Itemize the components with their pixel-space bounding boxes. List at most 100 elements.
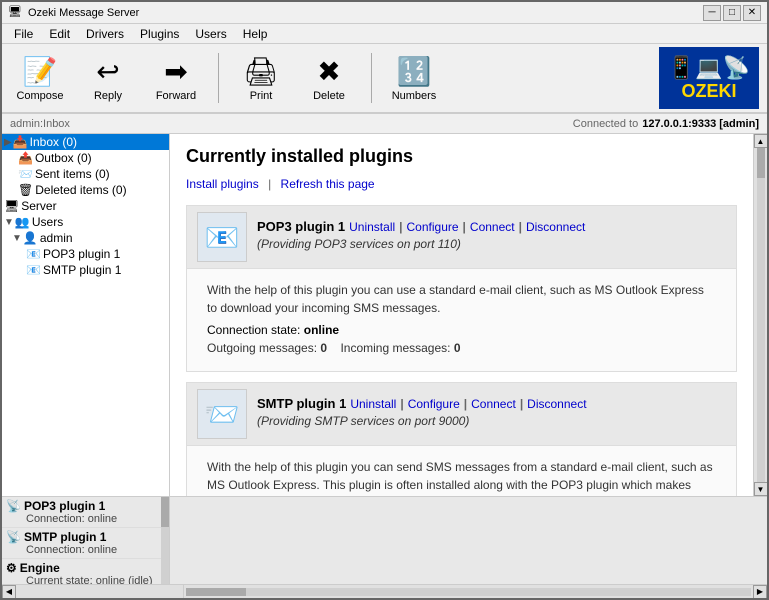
sidebar-item-admin[interactable]: ▼ 👤 admin (2, 230, 169, 246)
smtp-label: SMTP plugin 1 (43, 263, 122, 277)
scroll-down-button[interactable]: ▼ (754, 482, 768, 496)
sidebar-item-users[interactable]: ▼ 👥 Users (2, 214, 169, 230)
bottom-scrollbar[interactable] (161, 497, 169, 584)
menu-help[interactable]: Help (235, 25, 276, 43)
menu-users[interactable]: Users (187, 25, 234, 43)
sidebar-item-server[interactable]: 🖥 Server (2, 198, 169, 214)
pop3-uninstall-link[interactable]: Uninstall (349, 220, 395, 234)
bottom-engine-name: ⚙ Engine (6, 561, 157, 575)
bottom-item-smtp[interactable]: 📡 SMTP plugin 1 Connection: online (2, 528, 161, 559)
menu-drivers[interactable]: Drivers (78, 25, 132, 43)
scroll-up-button[interactable]: ▲ (754, 134, 768, 148)
sidebar-item-smtp[interactable]: 📧 SMTP plugin 1 (2, 262, 169, 278)
window-controls: ─ □ ✕ (703, 5, 761, 21)
print-icon: 🖨 (243, 55, 279, 88)
pop3-incoming-value: 0 (454, 341, 461, 355)
toolbar-separator-2 (371, 53, 372, 103)
numbers-button[interactable]: 🔢 Numbers (384, 48, 444, 108)
smtp-icon: 📧 (26, 263, 41, 277)
users-label: Users (32, 215, 63, 229)
close-button[interactable]: ✕ (743, 5, 761, 21)
smtp-plugin-name: SMTP plugin 1 (257, 396, 346, 411)
numbers-icon: 🔢 (397, 55, 432, 88)
app-window: 🖥 Ozeki Message Server ─ □ ✕ File Edit D… (0, 0, 769, 600)
bottom-scrollbar-thumb[interactable] (161, 497, 169, 527)
pop3-sep2: | (463, 220, 466, 234)
forward-icon: ➡ (164, 55, 187, 88)
h-scrollbar-thumb[interactable] (186, 588, 246, 596)
pop3-plugin-name: POP3 plugin 1 (257, 219, 345, 234)
menubar: File Edit Drivers Plugins Users Help (2, 24, 767, 44)
bottom-smtp-label: SMTP plugin 1 (24, 530, 106, 544)
connected-label: Connected to (573, 118, 638, 130)
app-icon: 🖥 (8, 5, 24, 21)
minimize-button[interactable]: ─ (703, 5, 721, 21)
menu-plugins[interactable]: Plugins (132, 25, 187, 43)
sidebar-item-outbox[interactable]: 📤 Outbox (0) (2, 150, 169, 166)
sent-icon: 📨 (18, 167, 33, 181)
pop3-disconnect-link[interactable]: Disconnect (526, 220, 585, 234)
compose-label: Compose (16, 90, 63, 102)
sidebar-item-pop3[interactable]: 📧 POP3 plugin 1 (2, 246, 169, 262)
scroll-thumb[interactable] (757, 148, 765, 178)
menu-edit[interactable]: Edit (41, 25, 78, 43)
link-separator: | (268, 177, 271, 191)
smtp-connect-link[interactable]: Connect (471, 397, 516, 411)
sidebar-item-deleted[interactable]: 🗑 Deleted items (0) (2, 182, 169, 198)
pop3-status: Connection state: online (207, 323, 716, 337)
pop3-name-row: POP3 plugin 1 Uninstall | Configure | Co… (257, 219, 726, 234)
bottom-smtp-icon: 📡 (6, 530, 21, 544)
reply-button[interactable]: ↩ Reply (78, 48, 138, 108)
smtp-disconnect-link[interactable]: Disconnect (527, 397, 586, 411)
smtp-configure-link[interactable]: Configure (408, 397, 460, 411)
maximize-button[interactable]: □ (723, 5, 741, 21)
refresh-page-link[interactable]: Refresh this page (281, 177, 375, 191)
title-text: Ozeki Message Server (28, 7, 703, 19)
main-content: Currently installed plugins Install plug… (170, 134, 753, 496)
pop3-plugin-icon: 📧 (197, 212, 247, 262)
pop3-plugin-card: 📧 POP3 plugin 1 Uninstall | Configure | … (186, 205, 737, 372)
smtp-desc: With the help of this plugin you can sen… (207, 458, 716, 496)
reply-icon: ↩ (96, 55, 119, 88)
scroll-left-button[interactable]: ◀ (2, 585, 16, 599)
scroll-right-button[interactable]: ▶ (753, 585, 767, 599)
expand-icon-admin: ▼ (12, 233, 22, 244)
bottom-content-area (170, 497, 767, 584)
sidebar-item-sent[interactable]: 📨 Sent items (0) (2, 166, 169, 182)
pop3-configure-link[interactable]: Configure (407, 220, 459, 234)
forward-label: Forward (156, 90, 196, 102)
smtp-plugin-header: 📨 SMTP plugin 1 Uninstall | Configure | … (187, 383, 736, 446)
bottom-pop3-label: POP3 plugin 1 (24, 499, 105, 513)
delete-button[interactable]: ✖ Delete (299, 48, 359, 108)
bottom-item-engine[interactable]: ⚙ Engine Current state: online (idle) (2, 559, 161, 584)
pop3-plugin-header: 📧 POP3 plugin 1 Uninstall | Configure | … (187, 206, 736, 269)
server-icon: 🖥 (4, 199, 19, 213)
compose-icon: 📝 (23, 55, 58, 88)
pop3-tagline: (Providing POP3 services on port 110) (257, 237, 726, 251)
content-scrollbar: ▲ ▼ (753, 134, 767, 496)
statusbar: admin:Inbox Connected to 127.0.0.1:9333 … (2, 114, 767, 134)
smtp-plugin-card: 📨 SMTP plugin 1 Uninstall | Configure | … (186, 382, 737, 496)
delete-icon: ✖ (317, 55, 340, 88)
sidebar-item-inbox[interactable]: ▶ 📥 Inbox (0) (2, 134, 169, 150)
menu-file[interactable]: File (6, 25, 41, 43)
smtp-sep2: | (464, 397, 467, 411)
delete-label: Delete (313, 90, 345, 102)
install-plugins-link[interactable]: Install plugins (186, 177, 259, 191)
scroll-track[interactable] (757, 148, 765, 482)
h-scrollbar-track[interactable] (186, 588, 751, 596)
admin-icon: 👤 (23, 231, 38, 245)
inbox-label: Inbox (0) (30, 135, 77, 149)
titlebar: 🖥 Ozeki Message Server ─ □ ✕ (2, 2, 767, 24)
pop3-plugin-body: POP3 plugin 1 Uninstall | Configure | Co… (257, 219, 726, 255)
pop3-sep1: | (399, 220, 402, 234)
bottom-item-pop3[interactable]: 📡 POP3 plugin 1 Connection: online (2, 497, 161, 528)
pop3-outgoing-label: Outgoing messages: (207, 341, 317, 355)
compose-button[interactable]: 📝 Compose (10, 48, 70, 108)
print-label: Print (250, 90, 273, 102)
pop3-connect-link[interactable]: Connect (470, 220, 515, 234)
smtp-sep1: | (400, 397, 403, 411)
smtp-uninstall-link[interactable]: Uninstall (350, 397, 396, 411)
print-button[interactable]: 🖨 Print (231, 48, 291, 108)
forward-button[interactable]: ➡ Forward (146, 48, 206, 108)
